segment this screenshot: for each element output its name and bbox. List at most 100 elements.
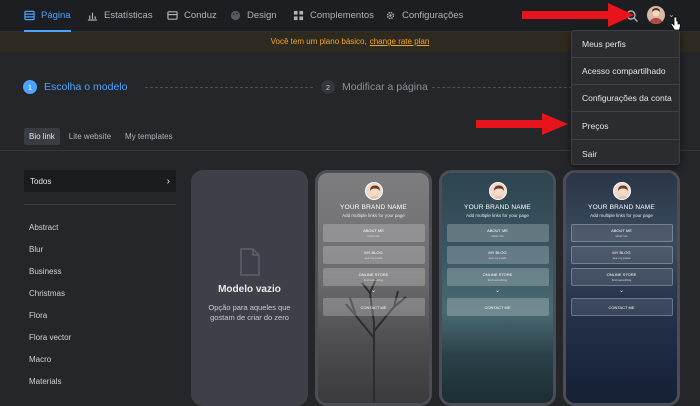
banner-text: Você tem um plano básico,	[270, 37, 367, 46]
red-arrow-annotation	[476, 113, 568, 135]
link-title: ONLINE STORE	[606, 272, 637, 277]
link-button: ABOUT ME what I do	[446, 224, 549, 242]
link-button: ONLINE STORE find something	[570, 268, 673, 286]
nav-label: Estatísticas	[104, 10, 153, 21]
link-title: ABOUT ME	[487, 228, 508, 233]
link-title: MY BLOG	[612, 250, 631, 255]
menu-item-sair[interactable]: Sair	[582, 149, 597, 159]
template-card-tree[interactable]: YOUR BRAND NAME Add multiple links for y…	[315, 170, 432, 406]
brand-subtitle: Add multiple links for your page	[466, 213, 529, 218]
bar-chart-icon	[87, 12, 98, 21]
link-subtitle: see my posts	[488, 256, 507, 260]
menu-item-configuracoes-conta[interactable]: Configurações da conta	[582, 93, 672, 103]
chevron-down-icon: ⌄	[370, 288, 377, 294]
link-subtitle: what I do	[491, 234, 504, 238]
nav-label: Configurações	[402, 10, 464, 21]
brand-name: YOUR BRAND NAME	[464, 204, 531, 211]
category-item[interactable]: Blur	[29, 245, 43, 254]
nav-label: Conduz	[184, 10, 217, 21]
blank-template-description: Opção para aqueles que gostam de criar d…	[208, 303, 290, 323]
gear-icon	[386, 11, 395, 20]
brand-subtitle: Add multiple links for your page	[590, 213, 653, 218]
link-title: ABOUT ME	[611, 228, 632, 233]
change-rate-plan-link[interactable]: change rate plan	[370, 37, 430, 46]
link-button: MY BLOG see my posts	[322, 246, 425, 264]
link-title: ONLINE STORE	[358, 272, 389, 277]
nav-tab-complementos[interactable]: Complementos	[293, 0, 374, 31]
link-button: ONLINE STORE find something	[322, 268, 425, 286]
brand-subtitle: Add multiple links for your page	[342, 213, 405, 218]
step-number: 2	[321, 80, 335, 94]
nav-tab-configuracoes[interactable]: Configurações	[385, 0, 463, 31]
tab-lite-website[interactable]: Lite website	[64, 128, 116, 145]
link-subtitle: find something	[611, 278, 632, 282]
inbox-icon	[167, 11, 178, 20]
avatar	[488, 182, 507, 200]
divider	[572, 57, 679, 58]
link-title: MY BLOG	[364, 250, 383, 255]
nav-tab-design[interactable]: Design	[230, 0, 277, 31]
nav-label: Complementos	[310, 10, 374, 21]
menu-item-precos[interactable]: Preços	[582, 121, 608, 131]
template-preview: YOUR BRAND NAME Add multiple links for y…	[318, 173, 429, 403]
category-todos[interactable]: Todos ›	[24, 170, 176, 192]
nav-tab-estatisticas[interactable]: Estatísticas	[87, 0, 153, 31]
step-label: Escolha o modelo	[44, 81, 128, 93]
link-button: ONLINE STORE find something	[446, 268, 549, 286]
category-item[interactable]: Christmas	[29, 289, 65, 298]
description-line: gostam de criar do zero	[210, 313, 289, 322]
chevron-down-icon: ⌄	[494, 288, 501, 294]
template-preview: YOUR BRAND NAME Add multiple links for y…	[566, 173, 677, 403]
avatar	[612, 182, 631, 200]
category-item[interactable]: Flora	[29, 311, 47, 320]
step-connector	[432, 87, 572, 88]
brand-name: YOUR BRAND NAME	[588, 204, 655, 211]
tab-my-templates[interactable]: My templates	[120, 128, 178, 145]
nav-tab-pagina[interactable]: Página	[24, 0, 71, 32]
category-label: Todos	[30, 176, 52, 186]
mouse-cursor-icon	[670, 16, 681, 31]
nav-label: Página	[41, 10, 71, 21]
contact-button: CONTACT ME	[446, 298, 549, 316]
step-connector	[145, 87, 313, 88]
contact-label: CONTACT ME	[360, 304, 387, 310]
link-button: ABOUT ME what I do	[570, 224, 673, 242]
contact-label: CONTACT ME	[484, 304, 511, 310]
grid-icon	[293, 10, 304, 21]
category-item[interactable]: Macro	[29, 355, 51, 364]
link-button: MY BLOG see my posts	[446, 246, 549, 264]
tab-bio-link[interactable]: Bio link	[24, 128, 60, 145]
divider	[24, 204, 176, 205]
template-card-sea[interactable]: YOUR BRAND NAME Add multiple links for y…	[439, 170, 556, 406]
category-item[interactable]: Materials	[29, 377, 61, 386]
nav-label: Design	[247, 10, 277, 21]
document-icon	[239, 248, 260, 276]
avatar	[364, 182, 383, 200]
category-item[interactable]: Abstract	[29, 223, 58, 232]
brand-name: YOUR BRAND NAME	[340, 204, 407, 211]
contact-label: CONTACT ME	[608, 304, 635, 310]
step-label: Modificar a página	[342, 81, 428, 93]
contact-button: CONTACT ME	[322, 298, 425, 316]
chevron-right-icon: ›	[166, 175, 170, 187]
menu-item-acesso-compartilhado[interactable]: Acesso compartilhado	[582, 66, 666, 76]
link-subtitle: see my posts	[364, 256, 383, 260]
divider	[572, 84, 679, 85]
category-item[interactable]: Business	[29, 267, 61, 276]
step-number: 1	[23, 80, 37, 94]
chevron-down-icon: ⌄	[618, 288, 625, 294]
nav-tab-conduz[interactable]: Conduz	[167, 0, 217, 31]
menu-item-meus-perfis[interactable]: Meus perfis	[582, 39, 626, 49]
link-button: ABOUT ME what I do	[322, 224, 425, 242]
link-title: ONLINE STORE	[482, 272, 513, 277]
link-subtitle: what I do	[615, 234, 628, 238]
user-avatar[interactable]	[647, 6, 665, 24]
red-arrow-annotation	[522, 3, 634, 27]
category-item[interactable]: Flora vector	[29, 333, 71, 342]
blank-template-card[interactable]: Modelo vazio Opção para aqueles que gost…	[191, 170, 308, 406]
blank-template-title: Modelo vazio	[218, 284, 281, 295]
divider	[572, 139, 679, 140]
template-card-night[interactable]: YOUR BRAND NAME Add multiple links for y…	[563, 170, 680, 406]
divider	[572, 111, 679, 112]
contact-button: CONTACT ME	[570, 298, 673, 316]
